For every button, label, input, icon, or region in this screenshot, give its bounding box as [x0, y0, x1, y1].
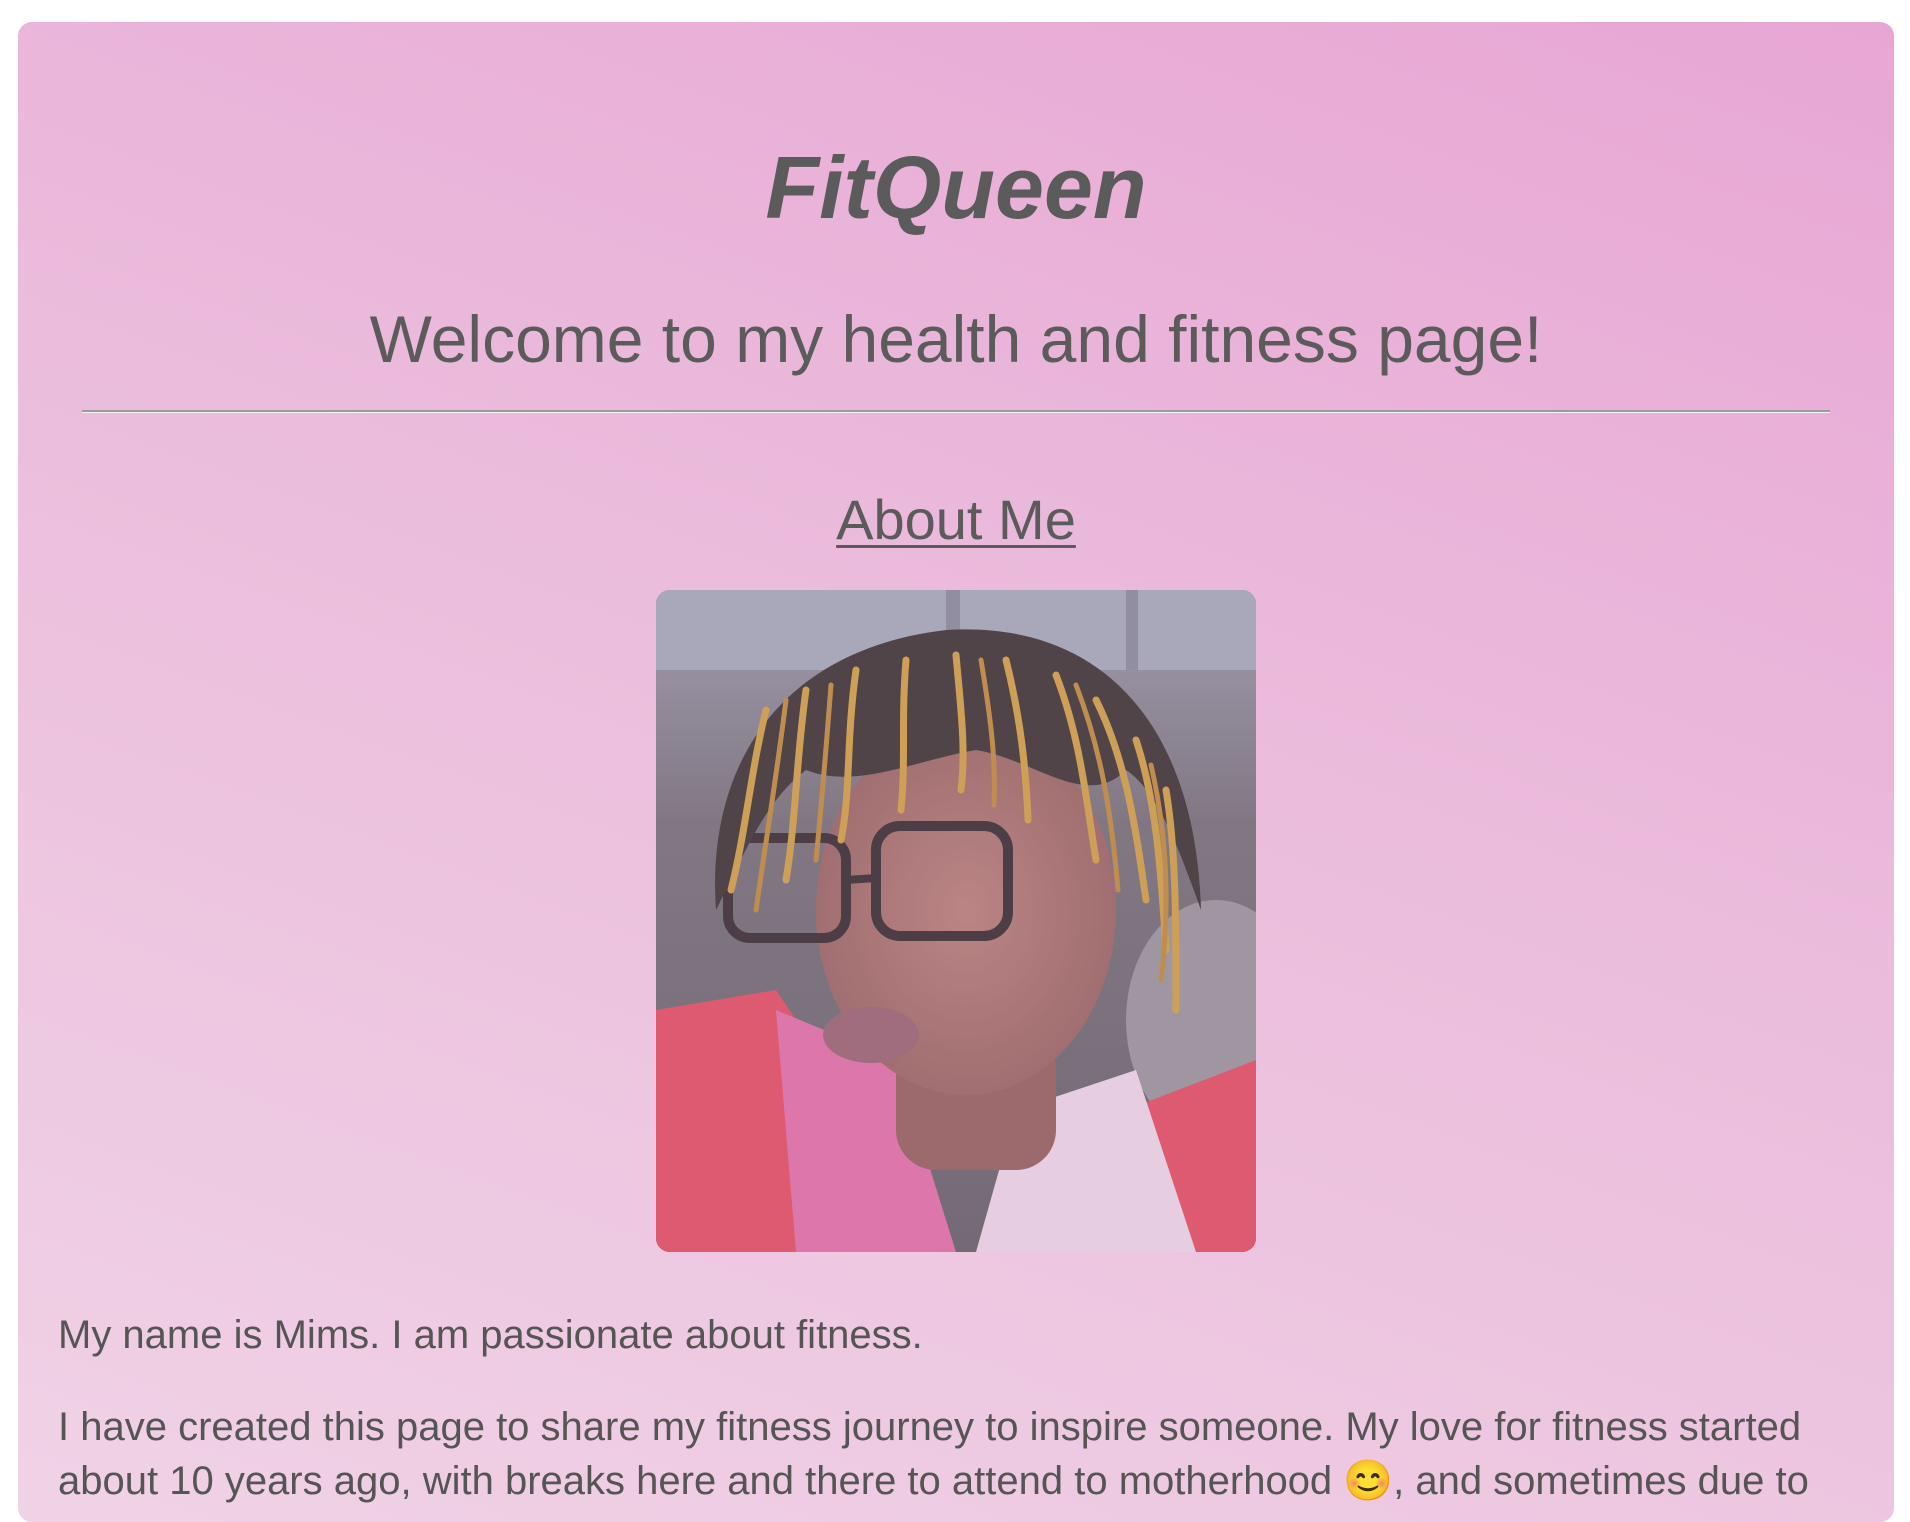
- site-title: FitQueen: [765, 138, 1147, 237]
- about-me-heading: About Me: [836, 488, 1076, 551]
- intro-paragraph: My name is Mims. I am passionate about f…: [58, 1313, 923, 1357]
- profile-photo: [656, 590, 1256, 1252]
- journey-paragraph: I have created this page to share my fit…: [58, 1405, 1809, 1503]
- welcome-heading: Welcome to my health and fitness page!: [369, 302, 1543, 376]
- divider: [82, 410, 1830, 413]
- page-card: FitQueen Welcome to my health and fitnes…: [18, 22, 1894, 1522]
